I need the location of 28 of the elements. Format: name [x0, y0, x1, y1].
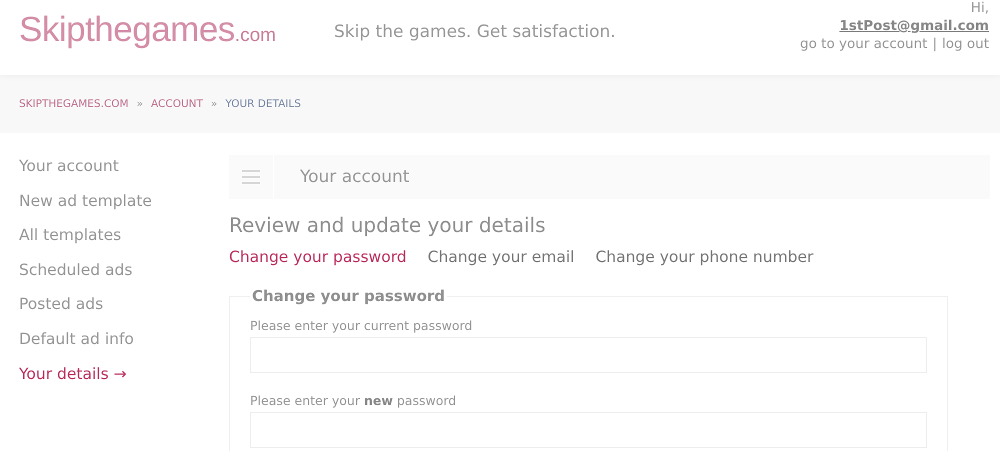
breadcrumb-link[interactable]: SKIPTHEGAMES.COM	[19, 98, 129, 110]
sidebar-item[interactable]: Your details →	[19, 362, 229, 398]
form-legend: Change your password	[250, 287, 448, 305]
site-logo[interactable]: Skipthegames.com	[19, 10, 276, 50]
sidebar-item[interactable]: All templates	[19, 224, 229, 259]
sidebar-item[interactable]: Your account	[19, 155, 229, 190]
account-bar-title: Your account	[299, 166, 410, 189]
field-label: Please enter your current password	[250, 317, 474, 335]
breadcrumb-separator: »	[136, 98, 144, 110]
breadcrumb-link[interactable]: ACCOUNT	[151, 98, 203, 110]
tab[interactable]: Change your password	[229, 247, 407, 267]
tab[interactable]: Change your phone number	[595, 247, 814, 267]
sidebar-item[interactable]: Default ad info	[19, 328, 229, 363]
sidebar-item[interactable]: Posted ads	[19, 293, 229, 328]
field-label: Please enter your new password	[250, 392, 458, 410]
sidebar-item[interactable]: Scheduled ads	[19, 258, 229, 294]
account-link[interactable]: go to your account	[800, 35, 928, 53]
sidebar-item[interactable]: New ad template	[19, 190, 229, 224]
page-heading: Review and update your details	[229, 212, 546, 239]
tab[interactable]: Change your email	[428, 247, 574, 267]
breadcrumb-separator: »	[210, 98, 218, 110]
logout-link[interactable]: log out	[942, 35, 989, 53]
menu-icon	[242, 169, 260, 185]
account-email-link[interactable]: 1stPost@gmail.com	[839, 17, 989, 35]
tagline: Skip the games. Get satisfaction.	[334, 22, 616, 42]
link-separator: |	[932, 35, 938, 53]
greeting: Hi,	[970, 0, 989, 17]
breadcrumb-link[interactable]: YOUR DETAILS	[225, 98, 301, 110]
